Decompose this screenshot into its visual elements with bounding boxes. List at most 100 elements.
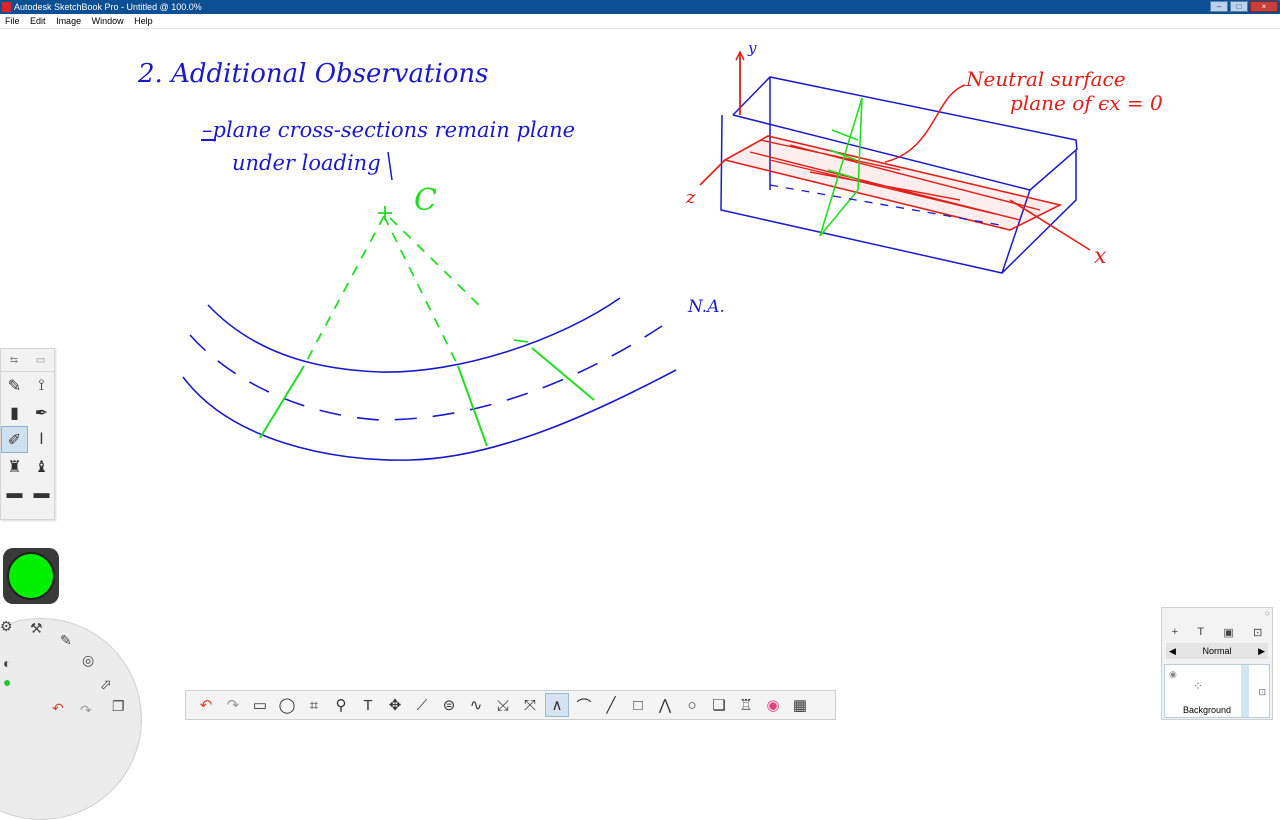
zoom-icon[interactable]: ⚲: [329, 693, 353, 717]
axis-y-label: y: [747, 39, 757, 57]
copy-lagoon-icon[interactable]: ❐: [112, 698, 125, 715]
menu-help[interactable]: Help: [134, 16, 153, 26]
chisel-icon[interactable]: ♝: [28, 453, 55, 480]
menu-file[interactable]: File: [5, 16, 20, 26]
app-icon: [2, 2, 11, 12]
blend-prev-icon[interactable]: ◀: [1169, 643, 1176, 659]
menu-image[interactable]: Image: [56, 16, 81, 26]
select-tool-icon[interactable]: ⬀: [100, 676, 112, 693]
settings-icon[interactable]: ⚙: [0, 618, 13, 635]
visibility-icon[interactable]: ◉: [1169, 669, 1177, 680]
blend-next-icon[interactable]: ▶: [1258, 643, 1265, 659]
french-curve-icon[interactable]: ∿: [464, 693, 488, 717]
brush-settings-icon[interactable]: ⇆: [10, 355, 18, 366]
brush-icon[interactable]: ♖: [734, 693, 758, 717]
heading-text: 2. Additional Observations: [137, 59, 489, 89]
color-wheel-lagoon-icon[interactable]: ◎: [82, 652, 94, 669]
sketch-layer: 2. Additional Observations –plane cross-…: [137, 39, 1163, 461]
copy-paste-icon[interactable]: ❏: [707, 693, 731, 717]
radius-lines: [303, 215, 485, 367]
lasso-icon[interactable]: ◯: [275, 693, 299, 717]
annotation-leader: [884, 84, 966, 163]
airbrush-icon[interactable]: ⟟: [28, 372, 55, 399]
rect-select-icon[interactable]: ▭: [248, 693, 272, 717]
text-underline-stroke: [387, 151, 393, 181]
bottom-toolbar: ↶ ↷ ▭ ◯ ⌗ ⚲ T ✥ ⟋ ⊜ ∿ ⤩ ⤧ ∧ ⌒ ╱ □ ⋀ ○ ❏ …: [185, 690, 836, 720]
menu-window[interactable]: Window: [92, 16, 124, 26]
symmetry-y-icon[interactable]: ⤧: [518, 693, 542, 717]
brush-library-icon[interactable]: ⚒: [30, 620, 43, 637]
line-icon[interactable]: ╱: [599, 693, 623, 717]
beam-top-edge: [207, 297, 621, 373]
color-wheel-icon[interactable]: ◉: [761, 693, 785, 717]
layer-thumbnail-icon: ⁘: [1193, 679, 1204, 693]
undo-lagoon-icon[interactable]: ↶: [52, 700, 64, 717]
symmetry-x-icon[interactable]: ⤩: [491, 693, 515, 717]
bullet-line-2: under loading: [232, 151, 381, 175]
title-bar: Autodesk SketchBook Pro - Untitled @ 100…: [0, 0, 1280, 14]
redo-icon[interactable]: ↷: [221, 693, 245, 717]
window-controls: – □ ×: [1210, 1, 1278, 13]
center-of-curvature-mark: [378, 206, 392, 220]
curve-icon[interactable]: ⌒: [572, 693, 596, 717]
layers-icon[interactable]: ▦: [788, 693, 812, 717]
layer-editor: ○ + T ▣ ⊡ ◀ Normal ▶ ◉ ⁘ Background ⊡: [1161, 607, 1273, 720]
blend-mode-selector[interactable]: ◀ Normal ▶: [1166, 643, 1268, 659]
stroke-icon[interactable]: ∧: [545, 693, 569, 717]
crop-icon[interactable]: ⌗: [302, 693, 326, 717]
eraser-icon[interactable]: ▬: [1, 480, 28, 507]
beam-bottom-edge: [182, 369, 677, 461]
neutral-surface-plane: [722, 135, 1063, 231]
axis-z-label: z: [685, 187, 696, 208]
ellipse-guide-icon[interactable]: ⊜: [437, 693, 461, 717]
undo-icon[interactable]: ↶: [194, 693, 218, 717]
green-tick: [513, 339, 529, 343]
fine-pen-icon[interactable]: ǀ: [28, 426, 55, 453]
center-label: C: [414, 183, 437, 218]
panel-close-icon[interactable]: ○: [1265, 608, 1270, 618]
axis-x-label: x: [1094, 244, 1107, 269]
polyline-icon[interactable]: ⋀: [653, 693, 677, 717]
bullet-line-1: –plane cross-sections remain plane: [202, 118, 575, 142]
neutral-axis-label: N.A.: [687, 297, 725, 317]
menu-bar: File Edit Image Window Help: [0, 14, 1280, 29]
rectangle-icon[interactable]: □: [626, 693, 650, 717]
color-puck[interactable]: [3, 548, 59, 604]
ellipse-icon[interactable]: ○: [680, 693, 704, 717]
image-layer-icon[interactable]: ▣: [1223, 626, 1233, 639]
neutral-axis-dashed: [189, 325, 663, 421]
brush-palette: ⇆ ▭ ✎ ⟟ ▮ ✒ ✐ ǀ ♜ ♝ ▬ ▬: [0, 348, 55, 520]
minimize-button[interactable]: –: [1210, 1, 1228, 12]
text-layer-icon[interactable]: T: [1197, 626, 1204, 638]
layer-scrollbar[interactable]: [1241, 665, 1249, 717]
pen-icon[interactable]: ✒: [28, 399, 55, 426]
lock-icon[interactable]: ⊡: [1253, 626, 1262, 639]
current-color-swatch[interactable]: [7, 552, 55, 600]
close-button[interactable]: ×: [1250, 1, 1278, 12]
redo-lagoon-icon[interactable]: ↷: [80, 702, 92, 719]
maximize-button[interactable]: □: [1230, 1, 1248, 12]
pencil-icon[interactable]: ✎: [1, 372, 28, 399]
menu-edit[interactable]: Edit: [30, 16, 46, 26]
marker-icon[interactable]: ▮: [1, 399, 28, 426]
brush-tool-icon[interactable]: ✎: [60, 632, 72, 649]
blend-mode-label: Normal: [1202, 646, 1232, 656]
drawing-canvas[interactable]: 2. Additional Observations –plane cross-…: [0, 29, 1280, 720]
felt-pen-icon[interactable]: ♜: [1, 453, 28, 480]
toggle-icon[interactable]: ◐: [3, 655, 11, 671]
text-icon[interactable]: T: [356, 693, 380, 717]
layer-lock-icon[interactable]: ⊡: [1258, 687, 1266, 698]
annotation-line-2: plane of ϵx = 0: [1010, 91, 1163, 115]
status-dot-icon: ●: [3, 674, 12, 690]
cross-section-3: [531, 347, 595, 401]
layer-background[interactable]: ◉ ⁘ Background ⊡: [1164, 664, 1270, 718]
hard-eraser-icon[interactable]: ▬: [28, 480, 55, 507]
ballpoint-pen-icon[interactable]: ✐: [1, 426, 28, 453]
add-layer-icon[interactable]: +: [1172, 626, 1178, 638]
cross-section-1: [259, 365, 305, 439]
move-icon[interactable]: ✥: [383, 693, 407, 717]
window-title: Autodesk SketchBook Pro - Untitled @ 100…: [14, 2, 202, 12]
annotation-line-1: Neutral surface: [965, 67, 1126, 91]
brush-palette-menu-icon[interactable]: ▭: [36, 355, 45, 366]
ruler-icon[interactable]: ⟋: [410, 693, 434, 717]
